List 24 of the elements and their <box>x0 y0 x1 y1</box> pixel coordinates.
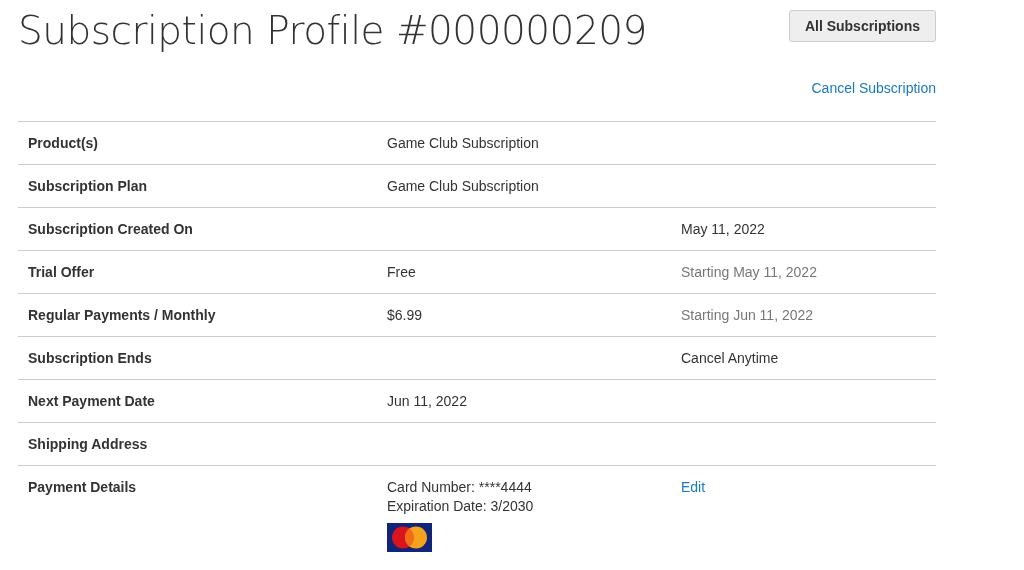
row-value: Free <box>387 264 416 280</box>
cancel-subscription-link[interactable]: Cancel Subscription <box>811 80 936 121</box>
row-value: $6.99 <box>387 307 423 323</box>
all-subscriptions-button[interactable]: All Subscriptions <box>788 10 936 42</box>
row-label: Subscription Created On <box>28 221 193 237</box>
detail-text: Cancel Anytime <box>681 350 779 366</box>
row-label: Payment Details <box>28 479 137 495</box>
page-title: Subscription Profile #000000209 <box>18 8 647 53</box>
start-note: Starting May 11, 2022 <box>681 264 817 280</box>
row-value: Card Number: ****4444 <box>387 479 532 495</box>
edit-link[interactable]: Edit <box>681 479 706 495</box>
row-value: Jun 11, 2022 <box>387 393 467 409</box>
detail-text: May 11, 2022 <box>681 221 765 237</box>
row-label: Subscription Plan <box>28 178 147 194</box>
row-label: Shipping Address <box>28 436 148 452</box>
row-label: Subscription Ends <box>28 350 152 366</box>
row-label: Regular Payments / Monthly <box>28 307 216 323</box>
start-note: Starting Jun 11, 2022 <box>681 307 814 323</box>
row-value: Game Club Subscription <box>387 135 539 151</box>
row-label: Product(s) <box>28 135 98 151</box>
row-value: Expiration Date: 3/2030 <box>387 498 534 514</box>
row-value: Game Club Subscription <box>387 178 539 194</box>
row-label: Trial Offer <box>28 264 95 280</box>
row-label: Next Payment Date <box>28 393 155 409</box>
